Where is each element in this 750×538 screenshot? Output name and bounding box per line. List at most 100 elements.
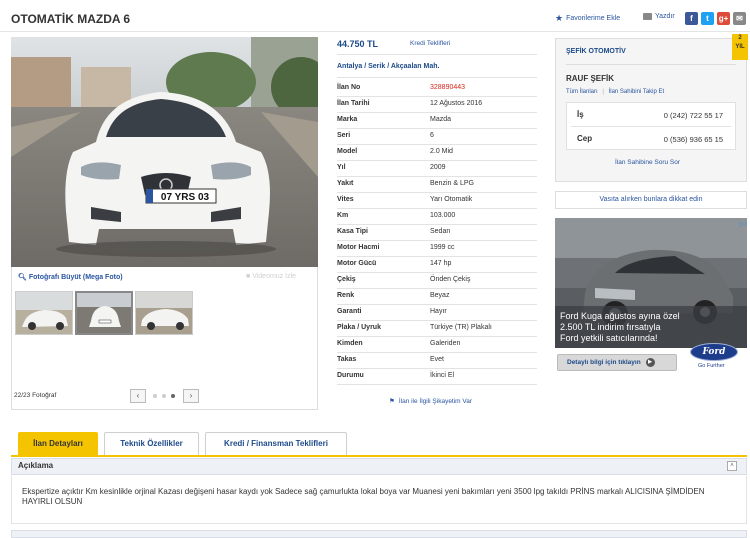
detail-label: İlan Tarihi	[337, 100, 370, 107]
credit-offers-link[interactable]: Kredi Teklifleri	[410, 40, 450, 47]
ad-line-2: 2.500 TL indirim fırsatıyla	[560, 322, 661, 332]
detail-divider	[337, 336, 537, 337]
video-icon: ■	[246, 273, 251, 280]
flag-icon: ⚑	[389, 398, 395, 405]
detail-divider	[337, 320, 537, 321]
detail-label: Garanti	[337, 308, 362, 315]
all-listings-link[interactable]: Tüm İlanları	[566, 89, 598, 95]
detail-label: Plaka / Uyruk	[337, 324, 381, 331]
location-breadcrumb[interactable]: Antalya / Serik / Akçaalan Mah.	[337, 63, 439, 70]
zoom-label: Fotoğrafı Büyüt (Mega Foto)	[28, 274, 123, 281]
phone-number-work[interactable]: 0 (242) 722 55 17	[664, 111, 723, 120]
detail-divider	[337, 208, 537, 209]
detail-label: Yıl	[337, 164, 346, 171]
detail-label: Çekiş	[337, 276, 356, 283]
description-header[interactable]	[11, 458, 747, 475]
detail-divider	[337, 240, 537, 241]
video-link[interactable]: ■ Videomuz İzle	[246, 273, 296, 280]
detail-divider	[337, 96, 537, 97]
collapse-icon[interactable]: ˄	[727, 461, 737, 471]
detail-value: Önden Çekiş	[430, 276, 471, 283]
favorite-link[interactable]: ★ Favorilerime Ekle	[555, 13, 620, 24]
ad-line-3: Ford yetkili satıcılarında!	[560, 333, 658, 343]
detail-label: Km	[337, 212, 349, 219]
seller-links: Tüm İlanları | İlan Sahibini Takip Et	[566, 89, 665, 95]
tab-underline	[11, 455, 747, 457]
report-label: İlan ile İlgili Şikayetim Var	[398, 398, 473, 405]
thumbnail-3[interactable]	[135, 291, 193, 335]
tab-ilan-detaylari[interactable]: İlan Detayları	[18, 432, 98, 456]
phone-number-mobile[interactable]: 0 (536) 936 65 15	[664, 135, 723, 144]
print-label: Yazdır	[655, 13, 675, 20]
detail-value: Mazda	[430, 116, 452, 123]
facebook-icon[interactable]: f	[685, 12, 698, 25]
report-link[interactable]: ⚑ İlan ile İlgili Şikayetim Var	[389, 397, 472, 405]
detail-value: 328890443	[430, 84, 466, 91]
description-text: Ekspertize açıktır Km kesinlikle orjinal…	[22, 487, 705, 506]
next-photo-button[interactable]: ›	[183, 389, 199, 403]
detail-divider	[337, 112, 537, 113]
badge-years: 2	[738, 35, 742, 41]
membership-badge: 2 YIL	[732, 34, 748, 60]
pager-dot-active[interactable]	[171, 394, 175, 398]
header-divider	[0, 31, 750, 32]
detail-divider	[337, 144, 537, 145]
detail-divider	[337, 128, 537, 129]
detail-value: Yarı Otomatik	[430, 196, 473, 203]
prev-photo-button[interactable]: ‹	[130, 389, 146, 403]
detail-value: 2009	[430, 164, 446, 171]
divider	[337, 54, 537, 55]
phone-label-mobile: Cep	[577, 134, 593, 143]
ad-cta-label: Detaylı bilgi için tıklayın	[567, 359, 641, 366]
pager-dot[interactable]	[153, 394, 157, 398]
print-link[interactable]: Yazdır	[643, 13, 675, 20]
favorite-label: Favorilerime Ekle	[566, 15, 621, 22]
ad-copy: Ford Kuga ağustos ayına özel 2.500 TL in…	[560, 311, 710, 344]
thumbnail-1[interactable]	[15, 291, 73, 335]
ad-cta-button[interactable]: Detaylı bilgi için tıklayın ▶	[557, 354, 677, 371]
detail-divider	[337, 272, 537, 273]
detail-value: 103.000	[430, 212, 456, 219]
ask-seller-link[interactable]: İlan Sahibine Soru Sor	[615, 159, 680, 166]
twitter-icon[interactable]: t	[701, 12, 714, 25]
video-label: Videomuz İzle	[252, 273, 297, 280]
photo-count: 22/23 Fotoğraf	[14, 392, 57, 399]
description-title: Açıklama	[18, 461, 54, 470]
detail-divider	[337, 384, 537, 385]
detail-label: Kimden	[337, 340, 363, 347]
safety-tips-link[interactable]: Vasıta alırken bunlara dikkat edin	[555, 191, 747, 209]
thumbnail-2[interactable]	[75, 291, 133, 335]
detail-value: 147 hp	[430, 260, 452, 267]
ford-slogan: Go Further	[698, 363, 725, 369]
divider	[566, 64, 736, 65]
email-icon[interactable]: ✉	[733, 12, 746, 25]
tab-teknik-ozellikler[interactable]: Teknik Özellikler	[104, 432, 199, 456]
gallery-panel	[11, 267, 318, 410]
detail-label: Seri	[337, 132, 351, 139]
phone-label-work: İş	[577, 110, 584, 119]
detail-value: Galeriden	[430, 340, 461, 347]
detail-value: Beyaz	[430, 292, 450, 299]
detail-divider	[337, 288, 537, 289]
main-photo[interactable]: 07 YRS 03	[11, 37, 318, 267]
detail-value: İkinci El	[430, 372, 455, 379]
detail-value: 6	[430, 132, 434, 139]
detail-divider	[337, 352, 537, 353]
detail-label: Durumu	[337, 372, 364, 379]
star-icon: ★	[555, 13, 564, 23]
price: 44.750 TL	[337, 39, 379, 49]
next-section-header[interactable]	[11, 530, 747, 538]
svg-text:▷✕: ▷✕	[739, 221, 747, 228]
detail-label: Vites	[337, 196, 354, 203]
ad-line-1: Ford Kuga ağustos ayına özel	[560, 311, 680, 321]
detail-divider	[337, 192, 537, 193]
zoom-link[interactable]: 🔍︎ Fotoğrafı Büyüt (Mega Foto)	[18, 273, 123, 281]
detail-value: Hayır	[430, 308, 447, 315]
follow-seller-link[interactable]: İlan Sahibini Takip Et	[609, 89, 665, 95]
divider	[337, 77, 537, 78]
google-plus-icon[interactable]: g+	[717, 12, 730, 25]
pager-dot[interactable]	[162, 394, 166, 398]
detail-label: Kasa Tipi	[337, 228, 368, 235]
tab-kredi-finansman[interactable]: Kredi / Finansman Teklifleri	[205, 432, 347, 456]
store-name[interactable]: ŞEFİK OTOMOTİV	[566, 48, 626, 55]
